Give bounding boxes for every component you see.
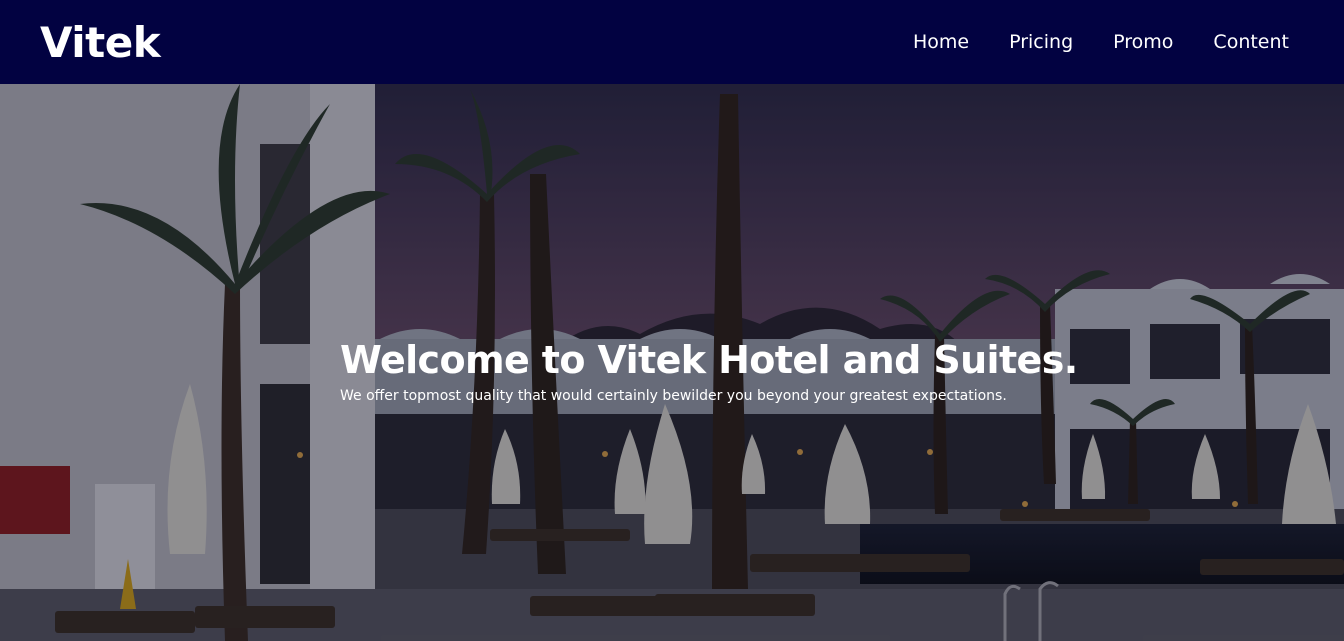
hero-section: Welcome to Vitek Hotel and Suites. We of…: [0, 84, 1344, 641]
nav-item-home: Home: [913, 31, 969, 53]
nav-link-home[interactable]: Home: [913, 31, 969, 53]
nav-link-pricing[interactable]: Pricing: [1009, 31, 1073, 53]
brand-logo[interactable]: Vitek: [40, 18, 161, 67]
nav-link-content[interactable]: Content: [1213, 31, 1289, 53]
hero-title: Welcome to Vitek Hotel and Suites.: [340, 338, 1078, 382]
top-navbar: Vitek Home Pricing Promo Content: [0, 0, 1344, 84]
hero-text-block: Welcome to Vitek Hotel and Suites. We of…: [340, 338, 1078, 404]
nav-link-promo[interactable]: Promo: [1113, 31, 1173, 53]
nav-menu: Home Pricing Promo Content: [913, 31, 1289, 53]
nav-item-pricing: Pricing: [1009, 31, 1073, 53]
nav-item-content: Content: [1213, 31, 1289, 53]
nav-item-promo: Promo: [1113, 31, 1173, 53]
hero-subtitle: We offer topmost quality that would cert…: [340, 387, 1007, 404]
